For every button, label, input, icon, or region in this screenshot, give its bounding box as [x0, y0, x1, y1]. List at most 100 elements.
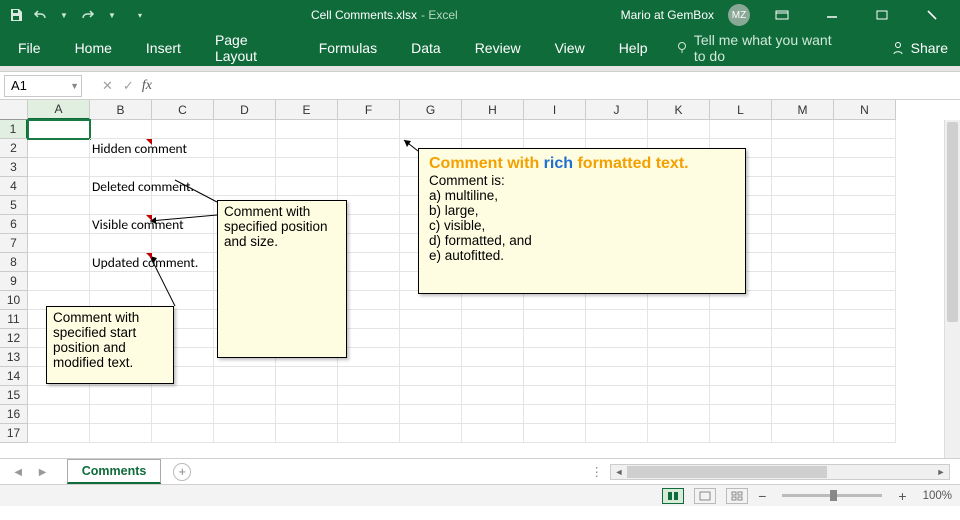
- cell-F6[interactable]: [338, 215, 400, 234]
- cell-M7[interactable]: [772, 234, 834, 253]
- cell-G11[interactable]: [400, 310, 462, 329]
- row-header[interactable]: 3: [0, 158, 28, 177]
- cell-D17[interactable]: [214, 424, 276, 443]
- cell-F17[interactable]: [338, 424, 400, 443]
- spreadsheet-grid[interactable]: ABCDEFGHIJKLMN 1234567891011121314151617…: [0, 100, 960, 458]
- cell-B4[interactable]: Deleted comment.: [90, 177, 152, 196]
- comment-indicator-icon[interactable]: [146, 215, 152, 221]
- cell-F16[interactable]: [338, 405, 400, 424]
- cell-E15[interactable]: [276, 386, 338, 405]
- cell-G12[interactable]: [400, 329, 462, 348]
- column-header[interactable]: B: [90, 100, 152, 120]
- vertical-scrollbar[interactable]: [944, 120, 960, 458]
- view-page-layout-button[interactable]: [694, 488, 716, 504]
- ribbon-display-options-icon[interactable]: [764, 0, 800, 30]
- cell-I15[interactable]: [524, 386, 586, 405]
- row-header[interactable]: 12: [0, 329, 28, 348]
- cell-E14[interactable]: [276, 367, 338, 386]
- cell-N6[interactable]: [834, 215, 896, 234]
- tab-file[interactable]: File: [12, 36, 47, 60]
- row-header[interactable]: 14: [0, 367, 28, 386]
- row-header[interactable]: 17: [0, 424, 28, 443]
- cell-F9[interactable]: [338, 272, 400, 291]
- row-header[interactable]: 7: [0, 234, 28, 253]
- cell-A3[interactable]: [28, 158, 90, 177]
- cell-J17[interactable]: [586, 424, 648, 443]
- comment-box-updated[interactable]: Comment with specified start position an…: [46, 306, 174, 384]
- cell-M16[interactable]: [772, 405, 834, 424]
- comment-indicator-icon[interactable]: [146, 253, 152, 259]
- cell-G13[interactable]: [400, 348, 462, 367]
- cell-B15[interactable]: [90, 386, 152, 405]
- tab-data[interactable]: Data: [405, 36, 447, 60]
- cell-C6[interactable]: [152, 215, 214, 234]
- cell-K15[interactable]: [648, 386, 710, 405]
- column-header[interactable]: E: [276, 100, 338, 120]
- chevron-down-icon[interactable]: ▼: [70, 81, 79, 91]
- cell-H13[interactable]: [462, 348, 524, 367]
- cell-M6[interactable]: [772, 215, 834, 234]
- cell-M10[interactable]: [772, 291, 834, 310]
- fx-label[interactable]: fx: [142, 78, 152, 94]
- column-header[interactable]: H: [462, 100, 524, 120]
- cell-M11[interactable]: [772, 310, 834, 329]
- minimize-button[interactable]: [814, 0, 850, 30]
- row-header[interactable]: 16: [0, 405, 28, 424]
- cell-H12[interactable]: [462, 329, 524, 348]
- cell-H14[interactable]: [462, 367, 524, 386]
- save-icon[interactable]: [8, 7, 24, 23]
- cell-A1[interactable]: [28, 120, 90, 139]
- cell-J1[interactable]: [586, 120, 648, 139]
- select-all-corner[interactable]: [0, 100, 28, 120]
- cell-E17[interactable]: [276, 424, 338, 443]
- cell-K11[interactable]: [648, 310, 710, 329]
- cell-N3[interactable]: [834, 158, 896, 177]
- cell-N1[interactable]: [834, 120, 896, 139]
- share-button[interactable]: Share: [891, 40, 960, 56]
- cell-I14[interactable]: [524, 367, 586, 386]
- cell-A7[interactable]: [28, 234, 90, 253]
- cell-C3[interactable]: [152, 158, 214, 177]
- cell-F15[interactable]: [338, 386, 400, 405]
- row-header[interactable]: 1: [0, 120, 28, 139]
- cell-B9[interactable]: [90, 272, 152, 291]
- zoom-level[interactable]: 100%: [923, 490, 952, 502]
- cell-F11[interactable]: [338, 310, 400, 329]
- cell-G16[interactable]: [400, 405, 462, 424]
- cell-L13[interactable]: [710, 348, 772, 367]
- cell-M1[interactable]: [772, 120, 834, 139]
- cell-N8[interactable]: [834, 253, 896, 272]
- redo-icon[interactable]: [80, 7, 96, 23]
- cell-C7[interactable]: [152, 234, 214, 253]
- add-sheet-button[interactable]: +: [173, 463, 191, 481]
- cell-I11[interactable]: [524, 310, 586, 329]
- cell-J15[interactable]: [586, 386, 648, 405]
- cell-F8[interactable]: [338, 253, 400, 272]
- sheet-tab-active[interactable]: Comments: [67, 459, 162, 484]
- scrollbar-thumb[interactable]: [627, 466, 827, 478]
- cell-M4[interactable]: [772, 177, 834, 196]
- cell-E3[interactable]: [276, 158, 338, 177]
- comment-box-visible[interactable]: Comment with specified position and size…: [217, 200, 347, 358]
- scroll-left-icon[interactable]: ◄: [611, 465, 627, 479]
- cell-J13[interactable]: [586, 348, 648, 367]
- sheet-nav-next-icon[interactable]: ►: [32, 463, 52, 481]
- cell-I13[interactable]: [524, 348, 586, 367]
- undo-icon[interactable]: [32, 7, 48, 23]
- cell-J12[interactable]: [586, 329, 648, 348]
- cell-N14[interactable]: [834, 367, 896, 386]
- avatar[interactable]: MZ: [728, 4, 750, 26]
- row-header[interactable]: 5: [0, 196, 28, 215]
- cell-N7[interactable]: [834, 234, 896, 253]
- sheet-nav-prev-icon[interactable]: ◄: [8, 463, 28, 481]
- row-header[interactable]: 11: [0, 310, 28, 329]
- scroll-right-icon[interactable]: ►: [933, 465, 949, 479]
- enter-formula-icon[interactable]: ✓: [123, 78, 134, 94]
- cell-J14[interactable]: [586, 367, 648, 386]
- cell-B5[interactable]: [90, 196, 152, 215]
- cell-K17[interactable]: [648, 424, 710, 443]
- cell-N13[interactable]: [834, 348, 896, 367]
- column-header[interactable]: F: [338, 100, 400, 120]
- row-header[interactable]: 8: [0, 253, 28, 272]
- cell-B17[interactable]: [90, 424, 152, 443]
